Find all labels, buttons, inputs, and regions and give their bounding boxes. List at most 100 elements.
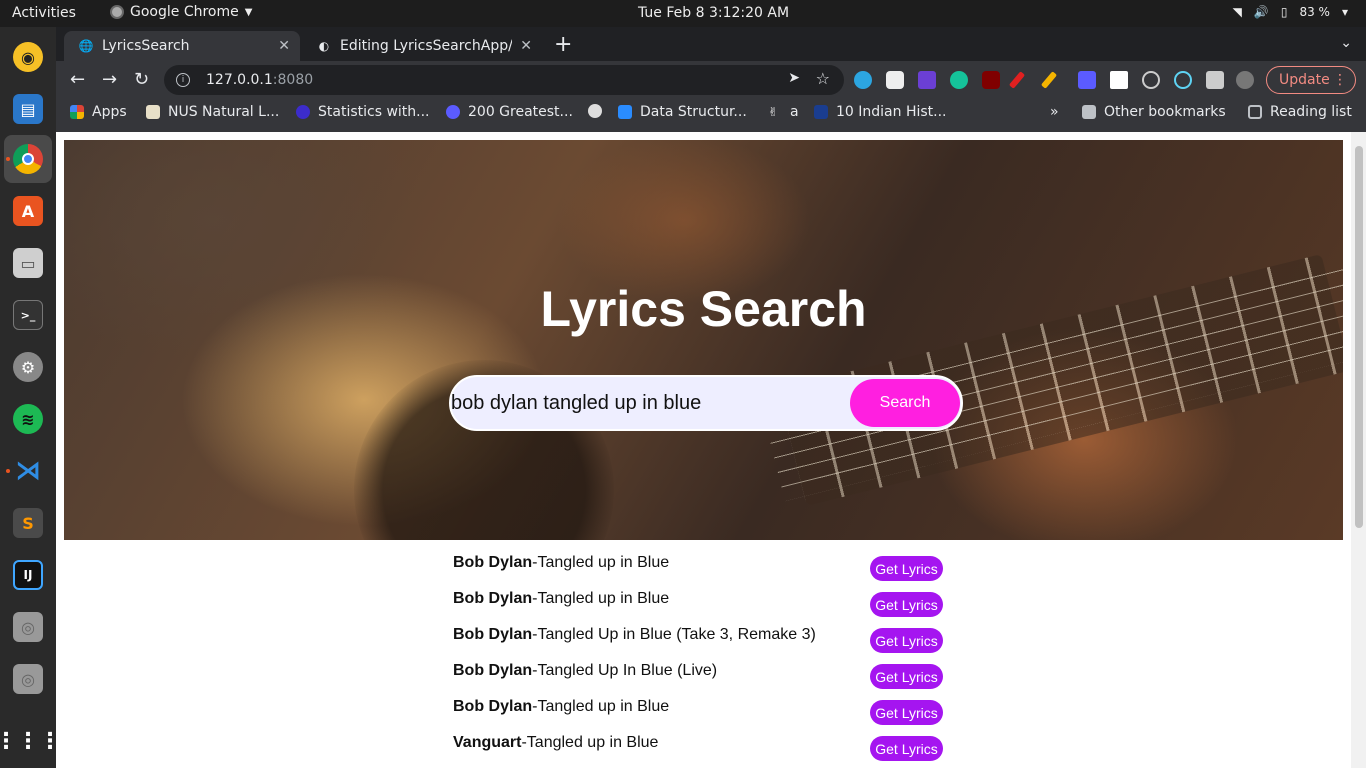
tab-lyricssearch[interactable]: 🌐 LyricsSearch ✕ — [64, 31, 300, 61]
app-menu[interactable]: Google Chrome ▼ — [110, 4, 252, 20]
reload-button[interactable]: ↻ — [134, 69, 149, 90]
writer-icon: ▤ — [13, 94, 43, 124]
close-tab-icon[interactable]: ✕ — [520, 38, 532, 54]
toolbar: ← → ↻ i 127.0.0.1:8080 ➤ ☆ Update ⋮ — [56, 61, 1366, 99]
dock-files[interactable]: ▭ — [4, 239, 52, 287]
result-item: Bob Dylan-Tangled up in Blue Get Lyrics — [453, 588, 953, 624]
udemy-icon — [618, 105, 632, 119]
search-button[interactable]: Search — [850, 379, 960, 427]
close-tab-icon[interactable]: ✕ — [278, 38, 290, 54]
other-bookmarks-label: Other bookmarks — [1104, 104, 1226, 120]
bookmark-indian-history[interactable]: 10 Indian Hist... — [814, 104, 947, 120]
url-text: 127.0.0.1:8080 — [206, 72, 313, 88]
tab-search-chevron-icon[interactable]: ⌄ — [1340, 35, 1352, 51]
back-button[interactable]: ← — [70, 69, 85, 90]
grammarly-extension-icon[interactable] — [950, 71, 968, 89]
bookmark-200-greatest[interactable]: 200 Greatest... — [446, 104, 573, 120]
chrome-icon — [13, 144, 43, 174]
app-grid-icon: ⋮⋮⋮ — [0, 728, 61, 754]
rhythmbox-icon: ◉ — [13, 42, 43, 72]
nus-crest-icon — [146, 105, 160, 119]
bookmark-globe[interactable] — [588, 104, 602, 118]
other-bookmarks[interactable]: Other bookmarks — [1082, 104, 1226, 120]
bookmark-apps[interactable]: Apps — [70, 104, 127, 120]
bookmark-a[interactable]: ✌ a — [768, 104, 799, 120]
search-form: Search — [449, 375, 963, 431]
profile-avatar[interactable] — [1236, 71, 1254, 89]
result-item: Bob Dylan-Tangled up in Blue Get Lyrics — [453, 552, 953, 588]
shield-extension-icon[interactable] — [886, 71, 904, 89]
artist-name: Bob Dylan — [453, 662, 533, 679]
dock-disk-1[interactable]: ◎ — [4, 603, 52, 651]
caret-down-icon: ▼ — [244, 6, 253, 18]
dock-terminal[interactable]: >_ — [4, 291, 52, 339]
react-extension-icon[interactable] — [1174, 71, 1192, 89]
bookmark-statistics[interactable]: Statistics with... — [296, 104, 430, 120]
page-viewport: Lyrics Search Search Bob Dylan-Tangled u… — [56, 132, 1366, 768]
highlighter-extension-icon[interactable] — [1040, 71, 1058, 89]
globe-icon: 🌐 — [78, 39, 94, 53]
bookmark-data-structures[interactable]: Data Structur... — [618, 104, 747, 120]
page-scrollbar[interactable] — [1351, 132, 1366, 768]
clock[interactable]: Tue Feb 8 3:12:20 AM — [638, 5, 789, 21]
site-info-icon[interactable]: i — [176, 73, 190, 87]
running-indicator — [6, 157, 10, 161]
globe-icon — [588, 104, 602, 118]
dock-sublime[interactable]: S — [4, 499, 52, 547]
get-lyrics-button[interactable]: Get Lyrics — [870, 736, 943, 761]
tab-title: LyricsSearch — [102, 38, 190, 54]
forward-button[interactable]: → — [102, 69, 117, 90]
get-lyrics-button[interactable]: Get Lyrics — [870, 592, 943, 617]
reading-list[interactable]: Reading list — [1248, 104, 1352, 120]
get-lyrics-button[interactable]: Get Lyrics — [870, 700, 943, 725]
bookmarks-overflow[interactable]: » — [1050, 104, 1059, 120]
stack-extension-icon[interactable] — [918, 71, 936, 89]
react-devtools-icon[interactable] — [1142, 71, 1160, 89]
dock-writer[interactable]: ▤ — [4, 85, 52, 133]
result-item: Vanguart-Tangled up in Blue Get Lyrics — [453, 732, 953, 768]
song-title: -Tangled Up In Blue (Live) — [532, 662, 718, 679]
artist-name: Bob Dylan — [453, 590, 533, 607]
address-bar[interactable]: i 127.0.0.1:8080 ➤ ☆ — [164, 65, 844, 95]
dock-chrome[interactable] — [4, 135, 52, 183]
extensions-puzzle-icon[interactable] — [1206, 71, 1224, 89]
get-lyrics-button[interactable]: Get Lyrics — [870, 664, 943, 689]
status-area[interactable]: ◥ 🔊 ▯ 83 % ▾ — [1233, 5, 1348, 19]
app-menu-label: Google Chrome — [130, 4, 239, 20]
artist-name: Bob Dylan — [453, 698, 533, 715]
get-lyrics-button[interactable]: Get Lyrics — [870, 556, 943, 581]
search-input[interactable] — [451, 377, 851, 429]
song-title: -Tangled up in Blue — [532, 698, 670, 715]
battery-percent: 83 % — [1299, 5, 1330, 19]
color-picker-extension-icon[interactable] — [1078, 71, 1096, 89]
artist-name: Bob Dylan — [453, 554, 533, 571]
sublime-icon: S — [13, 508, 43, 538]
dock-spotify[interactable]: ≋ — [4, 395, 52, 443]
dock-vscode[interactable]: ⋊ — [4, 447, 52, 495]
url-port: :8080 — [272, 72, 314, 88]
b-extension-icon[interactable] — [1110, 71, 1128, 89]
telegram-extension-icon[interactable] — [854, 71, 872, 89]
dock-rhythmbox[interactable]: ◉ — [4, 33, 52, 81]
new-tab-button[interactable]: + — [554, 32, 572, 57]
dock-settings[interactable]: ⚙ — [4, 343, 52, 391]
pen-extension-icon[interactable] — [1008, 71, 1026, 89]
bookmark-star-icon[interactable]: ☆ — [816, 69, 830, 88]
show-applications[interactable]: ⋮⋮⋮ — [0, 717, 61, 765]
ublock-extension-icon[interactable] — [982, 71, 1000, 89]
get-lyrics-button[interactable]: Get Lyrics — [870, 628, 943, 653]
update-button[interactable]: Update ⋮ — [1266, 66, 1356, 94]
spotify-icon: ≋ — [13, 404, 43, 434]
bookmark-label: a — [790, 104, 799, 120]
dock-intellij[interactable]: IJ — [4, 551, 52, 599]
tab-editing[interactable]: ◐ Editing LyricsSearchApp/ ✕ — [302, 31, 542, 61]
artist-name: Bob Dylan — [453, 626, 533, 643]
send-to-device-icon[interactable]: ➤ — [788, 70, 800, 86]
activities-button[interactable]: Activities — [12, 5, 76, 21]
dock-disk-2[interactable]: ◎ — [4, 655, 52, 703]
bookmark-nus[interactable]: NUS Natural L... — [146, 104, 279, 120]
scrollbar-thumb[interactable] — [1355, 146, 1363, 528]
dock-software[interactable]: A — [4, 187, 52, 235]
page-title: Lyrics Search — [540, 281, 867, 337]
files-icon: ▭ — [13, 248, 43, 278]
